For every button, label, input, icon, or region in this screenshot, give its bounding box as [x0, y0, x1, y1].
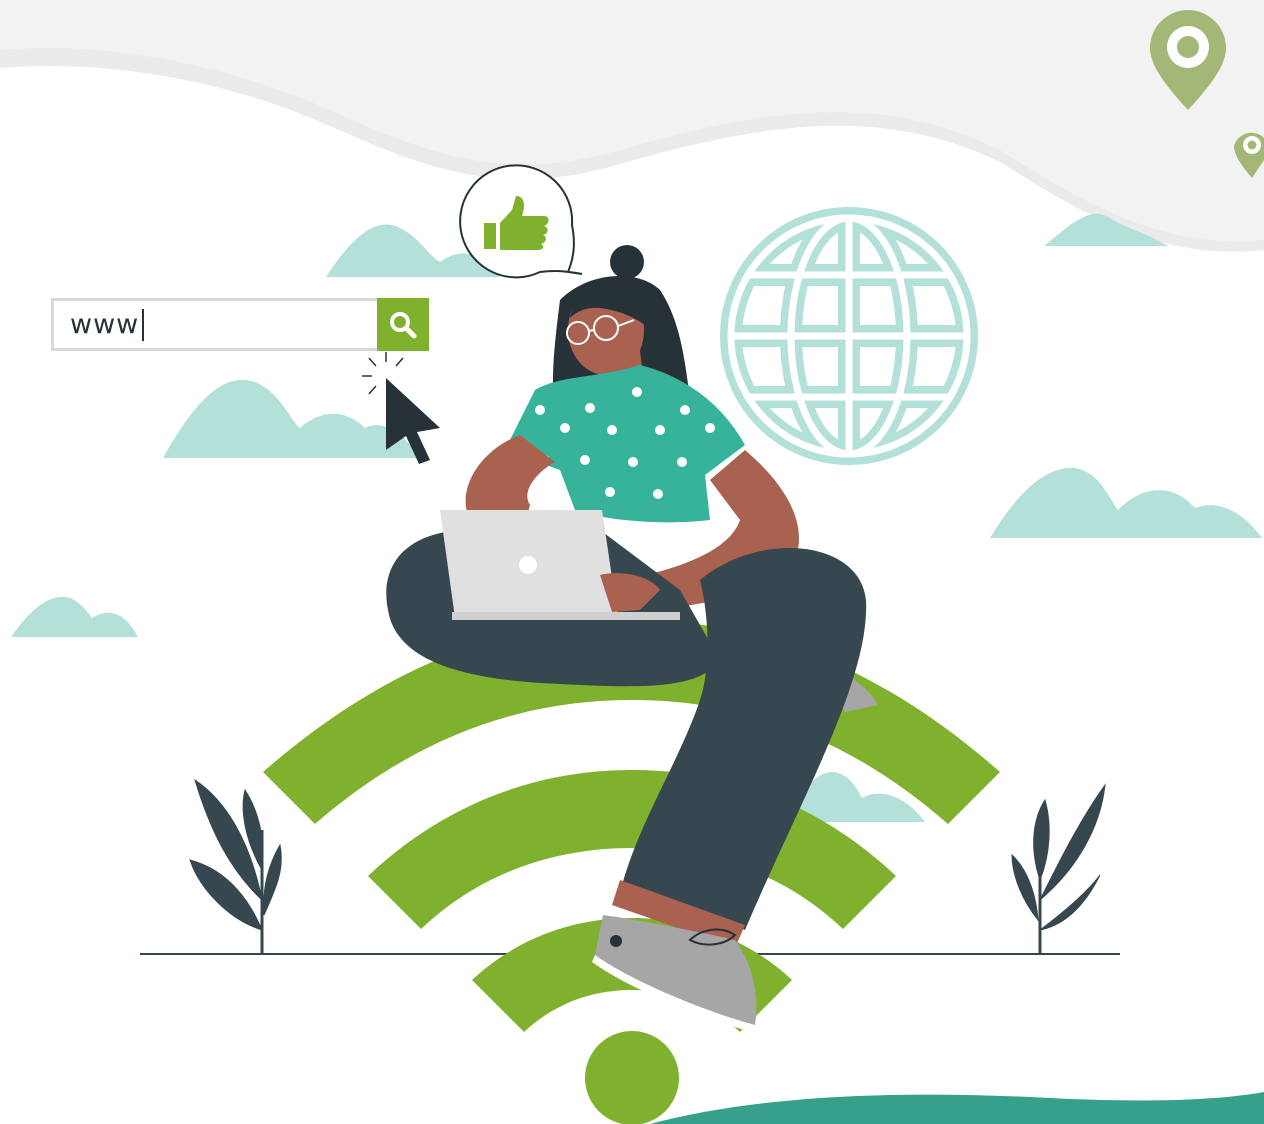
bottom-wave	[650, 1092, 1264, 1124]
text-caret	[142, 308, 145, 341]
search-input-value: www	[70, 309, 140, 340]
woman-character	[386, 245, 878, 1032]
cloud	[990, 467, 1262, 538]
plant-left	[189, 778, 282, 954]
cloud	[11, 596, 138, 637]
search-input[interactable]: www	[54, 301, 377, 348]
search-button[interactable]	[377, 298, 429, 351]
magnifier-icon	[390, 311, 417, 338]
speech-bubble	[459, 164, 583, 279]
plant-right	[1011, 783, 1106, 954]
illustration-scene	[0, 0, 1264, 1124]
search-bar[interactable]: www	[51, 298, 429, 351]
cloud	[163, 379, 420, 458]
